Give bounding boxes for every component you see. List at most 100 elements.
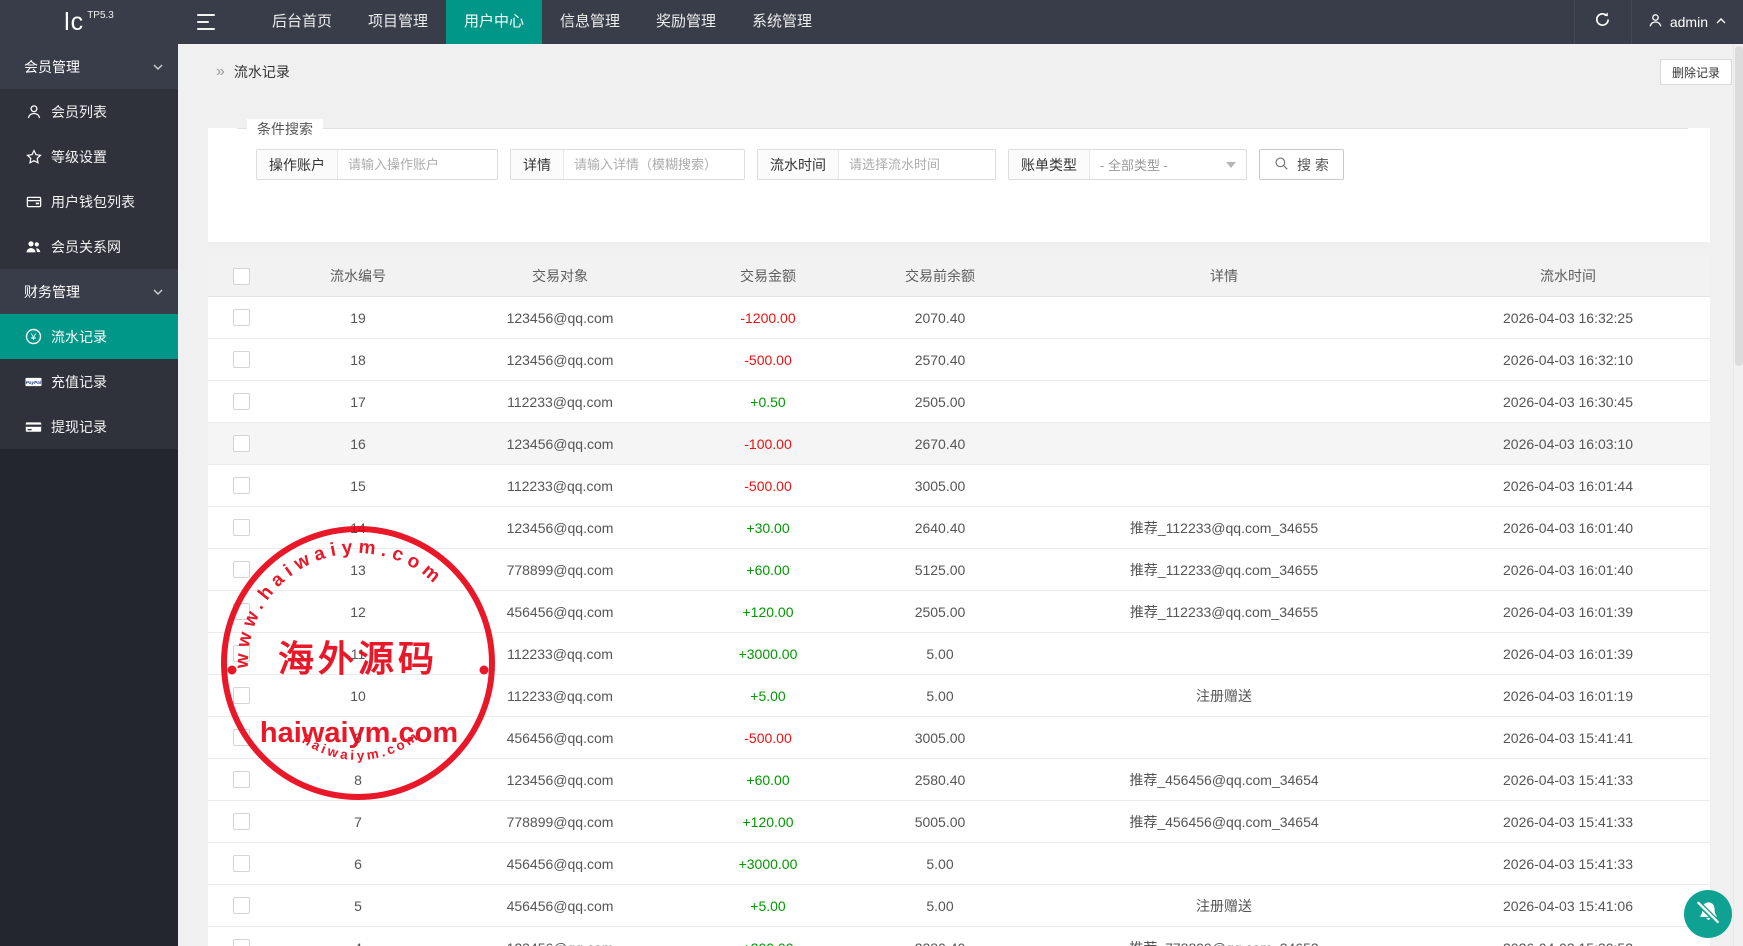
cell-counterparty: 123456@qq.com — [442, 927, 678, 946]
checkbox-cell — [208, 633, 274, 675]
sidebar-item-用户钱包列表[interactable]: 用户钱包列表 — [0, 179, 178, 224]
详情-input[interactable] — [564, 150, 744, 179]
sidebar-group-会员管理[interactable]: 会员管理 — [0, 44, 178, 89]
sidebar-item-等级设置[interactable]: 等级设置 — [0, 134, 178, 179]
nav-tab-用户中心[interactable]: 用户中心 — [446, 0, 542, 44]
records-table: 流水编号交易对象交易金额交易前余额详情流水时间 19123456@qq.com-… — [208, 256, 1710, 946]
search-panel: 条件搜索 操作账户详情流水时间账单类型- 全部类型 -搜 索 — [208, 128, 1710, 242]
column-header-交易金额: 交易金额 — [678, 256, 858, 297]
cell-flow-id: 6 — [274, 843, 442, 885]
cell-balance-before: 2380.40 — [858, 927, 1022, 946]
cell-detail — [1022, 465, 1426, 507]
cell-flow-id: 16 — [274, 423, 442, 465]
cell-time: 2026-04-03 15:41:33 — [1426, 843, 1710, 885]
row-checkbox[interactable] — [233, 477, 250, 494]
nav-tab-项目管理[interactable]: 项目管理 — [350, 0, 446, 44]
table-row: 5456456@qq.com+5.005.00注册赠送2026-04-03 15… — [208, 885, 1710, 927]
row-checkbox[interactable] — [233, 897, 250, 914]
cell-amount: +0.50 — [678, 381, 858, 423]
row-checkbox[interactable] — [233, 939, 250, 946]
row-checkbox[interactable] — [233, 855, 250, 872]
sidebar-item-label: 等级设置 — [51, 147, 107, 167]
cell-time: 2026-04-03 16:30:45 — [1426, 381, 1710, 423]
row-checkbox[interactable] — [233, 603, 250, 620]
cell-time: 2026-04-03 15:30:52 — [1426, 927, 1710, 946]
row-checkbox[interactable] — [233, 393, 250, 410]
hamburger-icon — [197, 21, 209, 23]
delete-records-button[interactable]: 删除记录 — [1660, 59, 1732, 85]
cell-balance-before: 5125.00 — [858, 549, 1022, 591]
nav-tab-系统管理[interactable]: 系统管理 — [734, 0, 830, 44]
scrollbar-thumb[interactable] — [1735, 46, 1743, 366]
search-button[interactable]: 搜 索 — [1259, 149, 1344, 180]
nav-tab-奖励管理[interactable]: 奖励管理 — [638, 0, 734, 44]
流水时间-input[interactable] — [839, 150, 995, 179]
cell-balance-before: 2580.40 — [858, 759, 1022, 801]
row-checkbox[interactable] — [233, 771, 250, 788]
cell-time: 2026-04-03 16:01:40 — [1426, 549, 1710, 591]
sidebar-item-充值记录[interactable]: PayPal充值记录 — [0, 359, 178, 404]
cell-counterparty: 123456@qq.com — [442, 339, 678, 381]
table-row: 14123456@qq.com+30.002640.40推荐_112233@qq… — [208, 507, 1710, 549]
search-button-label: 搜 索 — [1297, 155, 1329, 175]
hamburger-icon — [197, 14, 215, 16]
main-content: » 流水记录 删除记录 条件搜索 操作账户详情流水时间账单类型- 全部类型 -搜… — [178, 44, 1743, 946]
sidebar-item-会员列表[interactable]: 会员列表 — [0, 89, 178, 134]
cell-time: 2026-04-03 15:41:41 — [1426, 717, 1710, 759]
row-checkbox[interactable] — [233, 519, 250, 536]
cell-counterparty: 778899@qq.com — [442, 549, 678, 591]
cell-time: 2026-04-03 16:03:10 — [1426, 423, 1710, 465]
cell-detail — [1022, 423, 1426, 465]
sidebar-item-label: 会员列表 — [51, 102, 107, 122]
row-checkbox[interactable] — [233, 687, 250, 704]
notifications-float-button[interactable] — [1684, 890, 1732, 938]
vertical-scrollbar[interactable] — [1733, 44, 1743, 946]
cell-detail: 注册赠送 — [1022, 885, 1426, 927]
cell-counterparty: 123456@qq.com — [442, 759, 678, 801]
table-row: 7778899@qq.com+120.005005.00推荐_456456@qq… — [208, 801, 1710, 843]
table-row: 6456456@qq.com+3000.005.002026-04-03 15:… — [208, 843, 1710, 885]
checkbox-cell — [208, 843, 274, 885]
sidebar-item-label: 提现记录 — [51, 417, 107, 437]
column-header-流水时间: 流水时间 — [1426, 256, 1710, 297]
sidebar-item-会员关系网[interactable]: 会员关系网 — [0, 224, 178, 269]
cell-detail: 注册赠送 — [1022, 675, 1426, 717]
cell-flow-id: 8 — [274, 759, 442, 801]
select-all-checkbox[interactable] — [233, 268, 250, 285]
sidebar-group-items: 会员列表等级设置用户钱包列表会员关系网 — [0, 89, 178, 269]
cell-detail: 推荐_112233@qq.com_34655 — [1022, 507, 1426, 549]
cell-flow-id: 5 — [274, 885, 442, 927]
cell-detail: 推荐_456456@qq.com_34654 — [1022, 801, 1426, 843]
row-checkbox[interactable] — [233, 309, 250, 326]
row-checkbox[interactable] — [233, 435, 250, 452]
bill-type-select[interactable]: - 全部类型 - — [1090, 150, 1246, 179]
credit-card-icon — [25, 418, 42, 435]
main-nav: 后台首页项目管理用户中心信息管理奖励管理系统管理 — [254, 0, 830, 44]
row-checkbox[interactable] — [233, 813, 250, 830]
table-row: 4123456@qq.com+200.002380.40推荐_778899@qq… — [208, 927, 1710, 946]
cell-amount: +200.00 — [678, 927, 858, 946]
cell-balance-before: 2505.00 — [858, 381, 1022, 423]
cell-detail — [1022, 297, 1426, 339]
sidebar-item-流水记录[interactable]: ¥流水记录 — [0, 314, 178, 359]
cell-amount: -500.00 — [678, 339, 858, 381]
sidebar-toggle-button[interactable] — [178, 0, 234, 44]
row-checkbox[interactable] — [233, 729, 250, 746]
user-menu[interactable]: admin — [1631, 0, 1743, 44]
sidebar-group-财务管理[interactable]: 财务管理 — [0, 269, 178, 314]
sidebar-item-提现记录[interactable]: 提现记录 — [0, 404, 178, 449]
app-logo: lc TP5.3 — [0, 0, 178, 44]
cell-counterparty: 456456@qq.com — [442, 885, 678, 927]
row-checkbox[interactable] — [233, 561, 250, 578]
cell-flow-id: 15 — [274, 465, 442, 507]
sidebar-item-label: 流水记录 — [51, 327, 107, 347]
nav-tab-后台首页[interactable]: 后台首页 — [254, 0, 350, 44]
nav-tab-信息管理[interactable]: 信息管理 — [542, 0, 638, 44]
table-header-row: 流水编号交易对象交易金额交易前余额详情流水时间 — [208, 256, 1710, 297]
cell-counterparty: 456456@qq.com — [442, 591, 678, 633]
row-checkbox[interactable] — [233, 645, 250, 662]
操作账户-input[interactable] — [338, 150, 497, 179]
row-checkbox[interactable] — [233, 351, 250, 368]
refresh-button[interactable] — [1574, 0, 1631, 44]
column-header-交易对象: 交易对象 — [442, 256, 678, 297]
